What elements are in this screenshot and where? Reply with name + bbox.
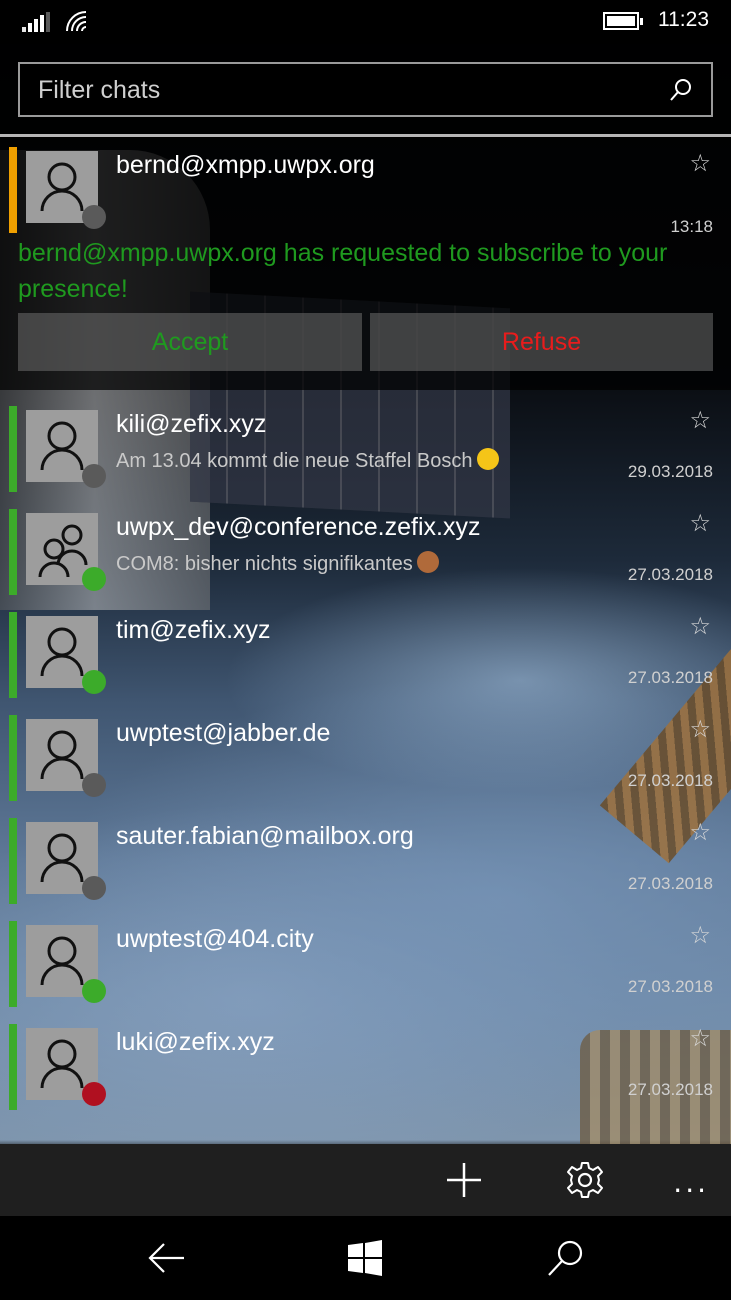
windows-logo-icon[interactable] [346,1238,386,1278]
search-icon[interactable] [669,78,693,102]
presence-online-indicator [82,567,106,591]
chat-time: 27.03.2018 [627,565,713,584]
star-icon[interactable]: ☆ [689,1024,711,1052]
command-bar: ... [0,1144,731,1216]
star-icon[interactable]: ☆ [689,406,711,434]
chat-name: uwptest@404.city [116,925,314,953]
chat-name: sauter.fabian@mailbox.org [116,822,414,850]
chat-row[interactable]: uwptest@jabber.de ☆ 27.03.2018 [0,715,731,807]
star-icon[interactable]: ☆ [689,818,711,846]
refuse-button[interactable]: Refuse [370,313,713,371]
filter-box[interactable] [18,62,713,117]
chat-row[interactable]: uwptest@404.city ☆ 27.03.2018 [0,921,731,1013]
filter-chats-input[interactable] [38,72,648,108]
star-icon[interactable]: ☆ [689,509,711,537]
star-icon[interactable]: ☆ [689,921,711,949]
grinning-face-emoji [476,448,499,470]
subscription-request-text: bernd@xmpp.uwpx.org has requested to sub… [18,239,668,303]
signal-bars-icon [22,12,50,32]
chat-row[interactable]: tim@zefix.xyz ☆ 27.03.2018 [0,612,731,704]
chat-row[interactable]: uwpx_dev@conference.zefix.xyz COM8: bish… [0,509,731,601]
chat-accent-bar [9,612,17,698]
presence-offline-indicator [82,464,106,488]
chat-name: uwpx_dev@conference.zefix.xyz [116,513,481,541]
chat-accent-bar [9,509,17,595]
chat-name: uwptest@jabber.de [116,719,331,747]
chat-time: 29.03.2018 [627,462,713,481]
plus-icon[interactable] [444,1160,484,1200]
star-icon[interactable]: ☆ [689,715,711,743]
chat-name: kili@zefix.xyz [116,410,267,438]
star-icon[interactable]: ☆ [689,149,711,177]
chat-accent-bar [9,406,17,492]
presence-online-indicator [82,979,106,1003]
chat-name: tim@zefix.xyz [116,616,271,644]
presence-offline-indicator [82,876,106,900]
chat-time: 27.03.2018 [627,977,713,996]
presence-offline-indicator [82,773,106,797]
last-message: COM8: bisher nichts signifikantes [116,551,439,576]
request-chat-row[interactable]: bernd@xmpp.uwpx.org ☆ 13:18 [0,147,731,239]
chat-row[interactable]: sauter.fabian@mailbox.org ☆ 27.03.2018 [0,818,731,910]
chat-accent-bar [9,1024,17,1110]
chat-name: luki@zefix.xyz [116,1028,275,1056]
chat-time: 27.03.2018 [627,771,713,790]
chat-time: 27.03.2018 [627,1080,713,1099]
see-no-evil-monkey-emoji [416,551,439,573]
chat-accent-bar [9,715,17,801]
chat-name: bernd@xmpp.uwpx.org [116,151,375,179]
more-options-button[interactable]: ... [673,1166,709,1199]
back-arrow-icon[interactable] [146,1238,186,1278]
navigation-bar [0,1216,731,1300]
presence-request: bernd@xmpp.uwpx.org ☆ 13:18 bernd@xmpp.u… [0,137,731,390]
chat-row[interactable]: kili@zefix.xyz Am 13.04 kommt die neue S… [0,406,731,498]
accept-button[interactable]: Accept [18,313,362,371]
chat-time: 27.03.2018 [627,668,713,687]
search-icon[interactable] [546,1238,586,1278]
gear-icon[interactable] [565,1160,605,1200]
chat-time: 27.03.2018 [627,874,713,893]
presence-busy-indicator [82,1082,106,1106]
presence-offline-indicator [82,205,106,229]
clock: 11:23 [658,8,709,31]
unread-accent-bar [9,147,17,233]
chat-accent-bar [9,921,17,1007]
star-icon[interactable]: ☆ [689,612,711,640]
wifi-icon [66,11,87,32]
battery-icon [603,12,643,30]
chat-accent-bar [9,818,17,904]
presence-online-indicator [82,670,106,694]
status-bar: 11:23 [0,0,731,44]
filter-header [0,44,731,138]
last-message: Am 13.04 kommt die neue Staffel Bosch [116,448,499,473]
chat-row[interactable]: luki@zefix.xyz ☆ 27.03.2018 [0,1024,731,1116]
chat-time: 13:18 [670,217,713,236]
